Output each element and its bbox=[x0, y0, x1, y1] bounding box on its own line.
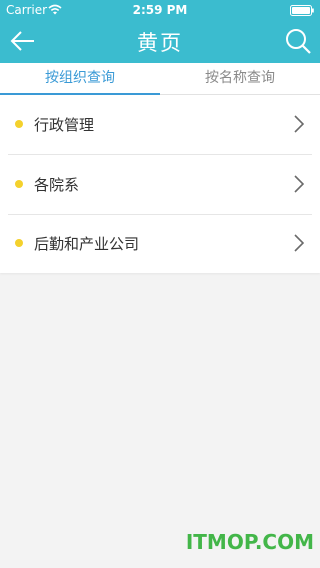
search-icon[interactable] bbox=[284, 27, 312, 55]
list-item-administration[interactable]: 行政管理 bbox=[0, 95, 320, 154]
list-item-label: 行政管理 bbox=[34, 116, 95, 134]
chevron-right-icon bbox=[294, 175, 304, 193]
status-bar: Carrier 2:59 PM bbox=[0, 0, 320, 20]
tab-bar: 按组织查询 按名称查询 bbox=[0, 63, 320, 95]
tab-by-organization-label: 按组织查询 bbox=[45, 70, 115, 86]
tab-by-organization[interactable]: 按组织查询 bbox=[0, 63, 160, 95]
list-item-label: 各院系 bbox=[34, 176, 80, 194]
list-item-logistics[interactable]: 后勤和产业公司 bbox=[0, 214, 320, 273]
chevron-right-icon bbox=[294, 115, 304, 133]
category-list: 行政管理 各院系 后勤和产业公司 bbox=[0, 95, 320, 273]
bullet-dot-icon bbox=[15, 239, 23, 247]
tab-by-name-label: 按名称查询 bbox=[205, 70, 275, 86]
app-header: Carrier 2:59 PM 黄页 bbox=[0, 0, 320, 63]
chevron-right-icon bbox=[294, 234, 304, 252]
tab-by-name[interactable]: 按名称查询 bbox=[160, 63, 320, 94]
page-title: 黄页 bbox=[137, 31, 183, 55]
watermark-text: ITMOP.COM bbox=[185, 530, 314, 554]
bullet-dot-icon bbox=[15, 120, 23, 128]
battery-icon bbox=[290, 5, 314, 16]
status-time: 2:59 PM bbox=[132, 3, 188, 17]
bullet-dot-icon bbox=[15, 180, 23, 188]
list-item-label: 后勤和产业公司 bbox=[34, 235, 140, 253]
list-item-departments[interactable]: 各院系 bbox=[0, 155, 320, 214]
